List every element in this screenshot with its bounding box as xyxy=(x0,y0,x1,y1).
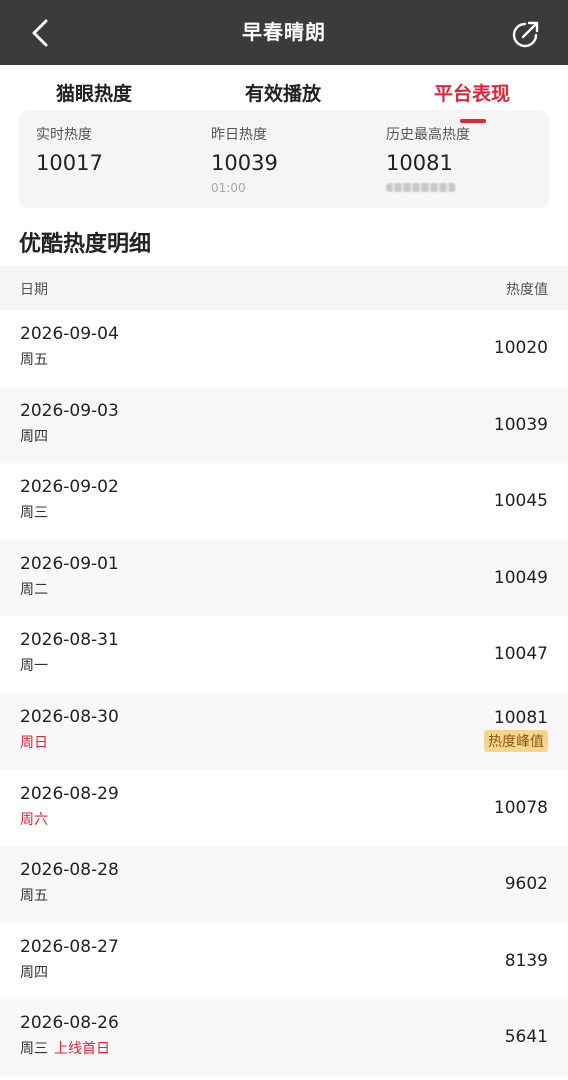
row-value: 10047 xyxy=(493,644,548,665)
table-row: 2026-08-29 周六 10078 xyxy=(0,770,568,847)
row-date: 2026-08-28 xyxy=(20,860,119,881)
active-tab-indicator xyxy=(460,119,486,123)
blurred-date-text xyxy=(386,183,456,192)
row-weekday: 周一 xyxy=(20,658,48,675)
table-row: 2026-08-28 周五 9602 xyxy=(0,846,568,923)
row-value: 10081 xyxy=(493,707,548,728)
stat-history-max-value: 10081 xyxy=(386,151,453,175)
stat-yesterday-time: 01:00 xyxy=(211,181,246,195)
row-weekday: 周日 xyxy=(20,734,48,751)
row-date: 2026-08-31 xyxy=(20,630,119,651)
stat-yesterday-label: 昨日热度 xyxy=(211,127,267,143)
table-row: 2026-08-31 周一 10047 xyxy=(0,616,568,693)
row-date: 2026-09-03 xyxy=(20,400,119,421)
section-title: 优酷热度明细 xyxy=(19,232,152,257)
table-row: 2026-09-01 周二 10049 xyxy=(0,539,568,617)
table-row: 2026-09-02 周三 10045 xyxy=(0,463,568,540)
table-row: 2026-09-04 周五 10020 xyxy=(0,310,568,387)
row-date: 2026-08-26 xyxy=(20,1013,119,1034)
row-weekday: 周四 xyxy=(20,964,48,981)
peak-badge: 热度峰值 xyxy=(484,729,548,752)
row-date: 2026-08-29 xyxy=(20,783,119,804)
stat-yesterday: 昨日热度 10039 01:00 xyxy=(211,124,278,195)
row-value: 10078 xyxy=(493,797,548,818)
top-bar: 早春晴朗 xyxy=(0,0,568,65)
stat-history-max: 历史最高热度 10081 xyxy=(386,124,470,196)
launch-day-label: 上线首日 xyxy=(54,1041,110,1058)
table-row: 2026-08-26 周三 上线首日 5641 xyxy=(0,999,568,1076)
row-weekday: 周三 xyxy=(20,505,48,522)
table-row: 2026-08-30 周日 10081 热度峰值 xyxy=(0,692,568,770)
stat-yesterday-value: 10039 xyxy=(211,151,278,175)
row-weekday: 周六 xyxy=(20,811,48,828)
column-header-value: 热度值 xyxy=(506,282,548,298)
row-date: 2026-09-04 xyxy=(20,324,119,344)
stat-history-max-label: 历史最高热度 xyxy=(386,127,470,143)
row-weekday: 周五 xyxy=(20,888,48,905)
row-weekday: 周五 xyxy=(20,352,48,368)
row-weekday-wrap: 周三 上线首日 xyxy=(20,1038,110,1058)
row-value: 5641 xyxy=(504,1027,548,1048)
row-value: 10045 xyxy=(493,491,548,512)
heat-detail-list: 2026-09-04 周五 10020 2026-09-03 周四 10039 … xyxy=(0,310,568,1076)
row-date: 2026-08-27 xyxy=(20,936,119,957)
row-value: 9602 xyxy=(504,874,548,895)
stat-realtime-value: 10017 xyxy=(36,151,103,175)
table-row: 2026-08-27 周四 8139 xyxy=(0,923,568,1000)
table-row: 2026-09-03 周四 10039 xyxy=(0,386,568,464)
page-title: 早春晴朗 xyxy=(242,20,326,44)
table-header: 日期 热度值 xyxy=(0,266,568,310)
row-value: 10049 xyxy=(493,567,548,588)
stat-realtime-label: 实时热度 xyxy=(36,127,92,143)
stat-realtime: 实时热度 10017 xyxy=(36,124,103,175)
row-value: 10039 xyxy=(493,414,548,435)
row-date: 2026-08-30 xyxy=(20,706,119,727)
row-value: 10020 xyxy=(493,338,548,358)
row-value: 8139 xyxy=(504,950,548,971)
row-date: 2026-09-02 xyxy=(20,477,119,498)
column-header-date: 日期 xyxy=(20,282,48,298)
share-icon[interactable] xyxy=(509,19,541,51)
row-date: 2026-09-01 xyxy=(20,553,119,574)
row-weekday: 周三 xyxy=(20,1041,48,1058)
row-weekday: 周四 xyxy=(20,428,48,445)
row-weekday: 周二 xyxy=(20,581,48,598)
